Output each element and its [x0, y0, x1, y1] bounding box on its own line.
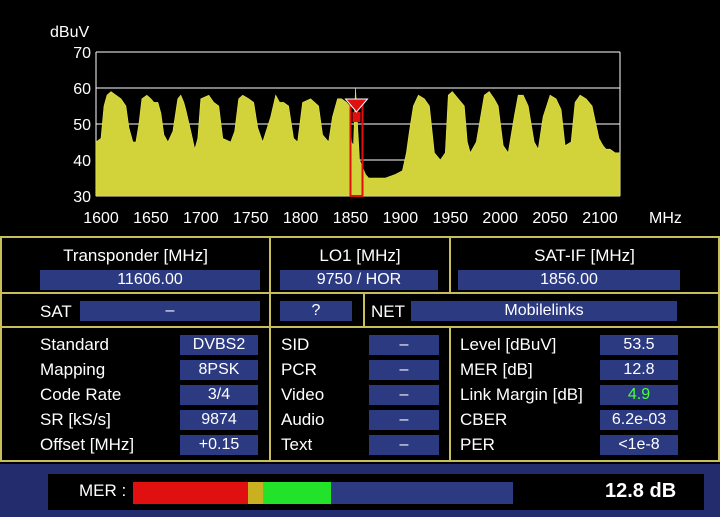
transponder-label: Transponder [MHz]	[63, 246, 208, 265]
sat-value[interactable]: –	[80, 301, 260, 321]
x-tick-label: 1650	[133, 210, 169, 227]
transponder-panel: Transponder [MHz] 11606.00	[0, 236, 271, 294]
net-value[interactable]: Mobilelinks	[411, 301, 677, 321]
x-tick-label: 1900	[383, 210, 419, 227]
y-tick-label: 40	[73, 153, 91, 170]
param-label: Offset [MHz]	[40, 435, 135, 454]
satif-label: SAT-IF [MHz]	[534, 246, 635, 265]
y-axis-unit-label: dBuV	[50, 24, 89, 41]
y-tick-labels: 30 40 50 60 70	[73, 45, 91, 206]
x-tick-label: 2050	[532, 210, 568, 227]
y-tick-label: 30	[73, 189, 91, 206]
x-tick-label: 1600	[83, 210, 119, 227]
sat-label: SAT	[40, 302, 72, 321]
x-tick-label: 2000	[482, 210, 518, 227]
x-tick-label: 1950	[433, 210, 469, 227]
param-label: Text	[281, 435, 313, 454]
param-value[interactable]: 8PSK	[180, 360, 258, 380]
param-value[interactable]: –	[369, 435, 439, 455]
lo1-value[interactable]: 9750 / HOR	[280, 270, 438, 290]
param-label: Link Margin [dB]	[460, 385, 583, 404]
x-tick-label: 1800	[283, 210, 319, 227]
transponder-value[interactable]: 11606.00	[40, 270, 260, 290]
param-label: SR [kS/s]	[40, 410, 111, 429]
param-label: Mapping	[40, 360, 106, 379]
param-value[interactable]: –	[369, 360, 439, 380]
marker-fill	[352, 112, 361, 122]
x-tick-labels: 1600 1650 1700 1750 1800 1850 1900 1950 2000 2050…	[83, 210, 618, 227]
x-tick-label: 2100	[582, 210, 618, 227]
param-value[interactable]: 6.2e-03	[600, 410, 678, 430]
param-value[interactable]: DVBS2	[180, 335, 258, 355]
unknown-value[interactable]: ?	[280, 301, 352, 321]
param-label: Audio	[281, 410, 325, 429]
satif-value[interactable]: 1856.00	[458, 270, 680, 290]
mer-bar-green-segment	[263, 482, 331, 504]
mer-bar-yellow-segment	[247, 482, 264, 504]
sat-panel: SAT –	[0, 292, 271, 328]
param-label: CBER	[460, 410, 508, 429]
x-axis-unit-label: MHz	[649, 210, 682, 227]
x-tick-label: 1700	[183, 210, 219, 227]
mer-bar-red-segment	[133, 482, 248, 504]
mer-bar-track	[133, 482, 513, 504]
mer-bar-label: MER :	[79, 481, 127, 500]
satif-panel: SAT-IF [MHz] 1856.00	[449, 236, 720, 294]
mer-bar-value: 12.8 dB	[605, 480, 677, 502]
lo1-panel: LO1 [MHz] 9750 / HOR	[269, 236, 451, 294]
param-value[interactable]: +0.15	[180, 435, 258, 455]
mer-bar: MER : 12.8 dB	[48, 474, 704, 510]
param-label: PER	[460, 435, 495, 454]
param-label: Standard	[40, 335, 109, 354]
net-label: NET	[371, 302, 405, 321]
param-value[interactable]: 53.5	[600, 335, 678, 355]
mer-bar-area: MER : 12.8 dB	[0, 464, 720, 517]
param-label: Video	[281, 385, 325, 404]
unknown-panel: ?	[269, 292, 365, 328]
x-tick-label: 1750	[233, 210, 269, 227]
y-tick-label: 60	[73, 81, 91, 98]
param-label: MER [dB]	[460, 360, 533, 379]
param-value[interactable]: –	[369, 410, 439, 430]
param-label: PCR	[281, 360, 317, 379]
y-tick-label: 70	[73, 45, 91, 62]
param-label: SID	[281, 335, 310, 354]
param-value[interactable]: 12.8	[600, 360, 678, 380]
spectrum-plot: dBuV MHz 30 40 50 60 70 1600 1650 1700 1750 1800…	[50, 24, 682, 227]
lo1-label: LO1 [MHz]	[319, 246, 401, 265]
link-margin-value[interactable]: 4.9	[600, 385, 678, 405]
x-tick-label: 1850	[333, 210, 369, 227]
param-value[interactable]: <1e-8	[600, 435, 678, 455]
param-value[interactable]: 9874	[180, 410, 258, 430]
param-value[interactable]: –	[369, 335, 439, 355]
param-label: Level [dBuV]	[460, 335, 557, 354]
y-tick-label: 50	[73, 117, 91, 134]
param-label: Code Rate	[40, 385, 122, 404]
param-value[interactable]: –	[369, 385, 439, 405]
param-value[interactable]: 3/4	[180, 385, 258, 405]
net-panel: NET Mobilelinks	[363, 292, 720, 328]
